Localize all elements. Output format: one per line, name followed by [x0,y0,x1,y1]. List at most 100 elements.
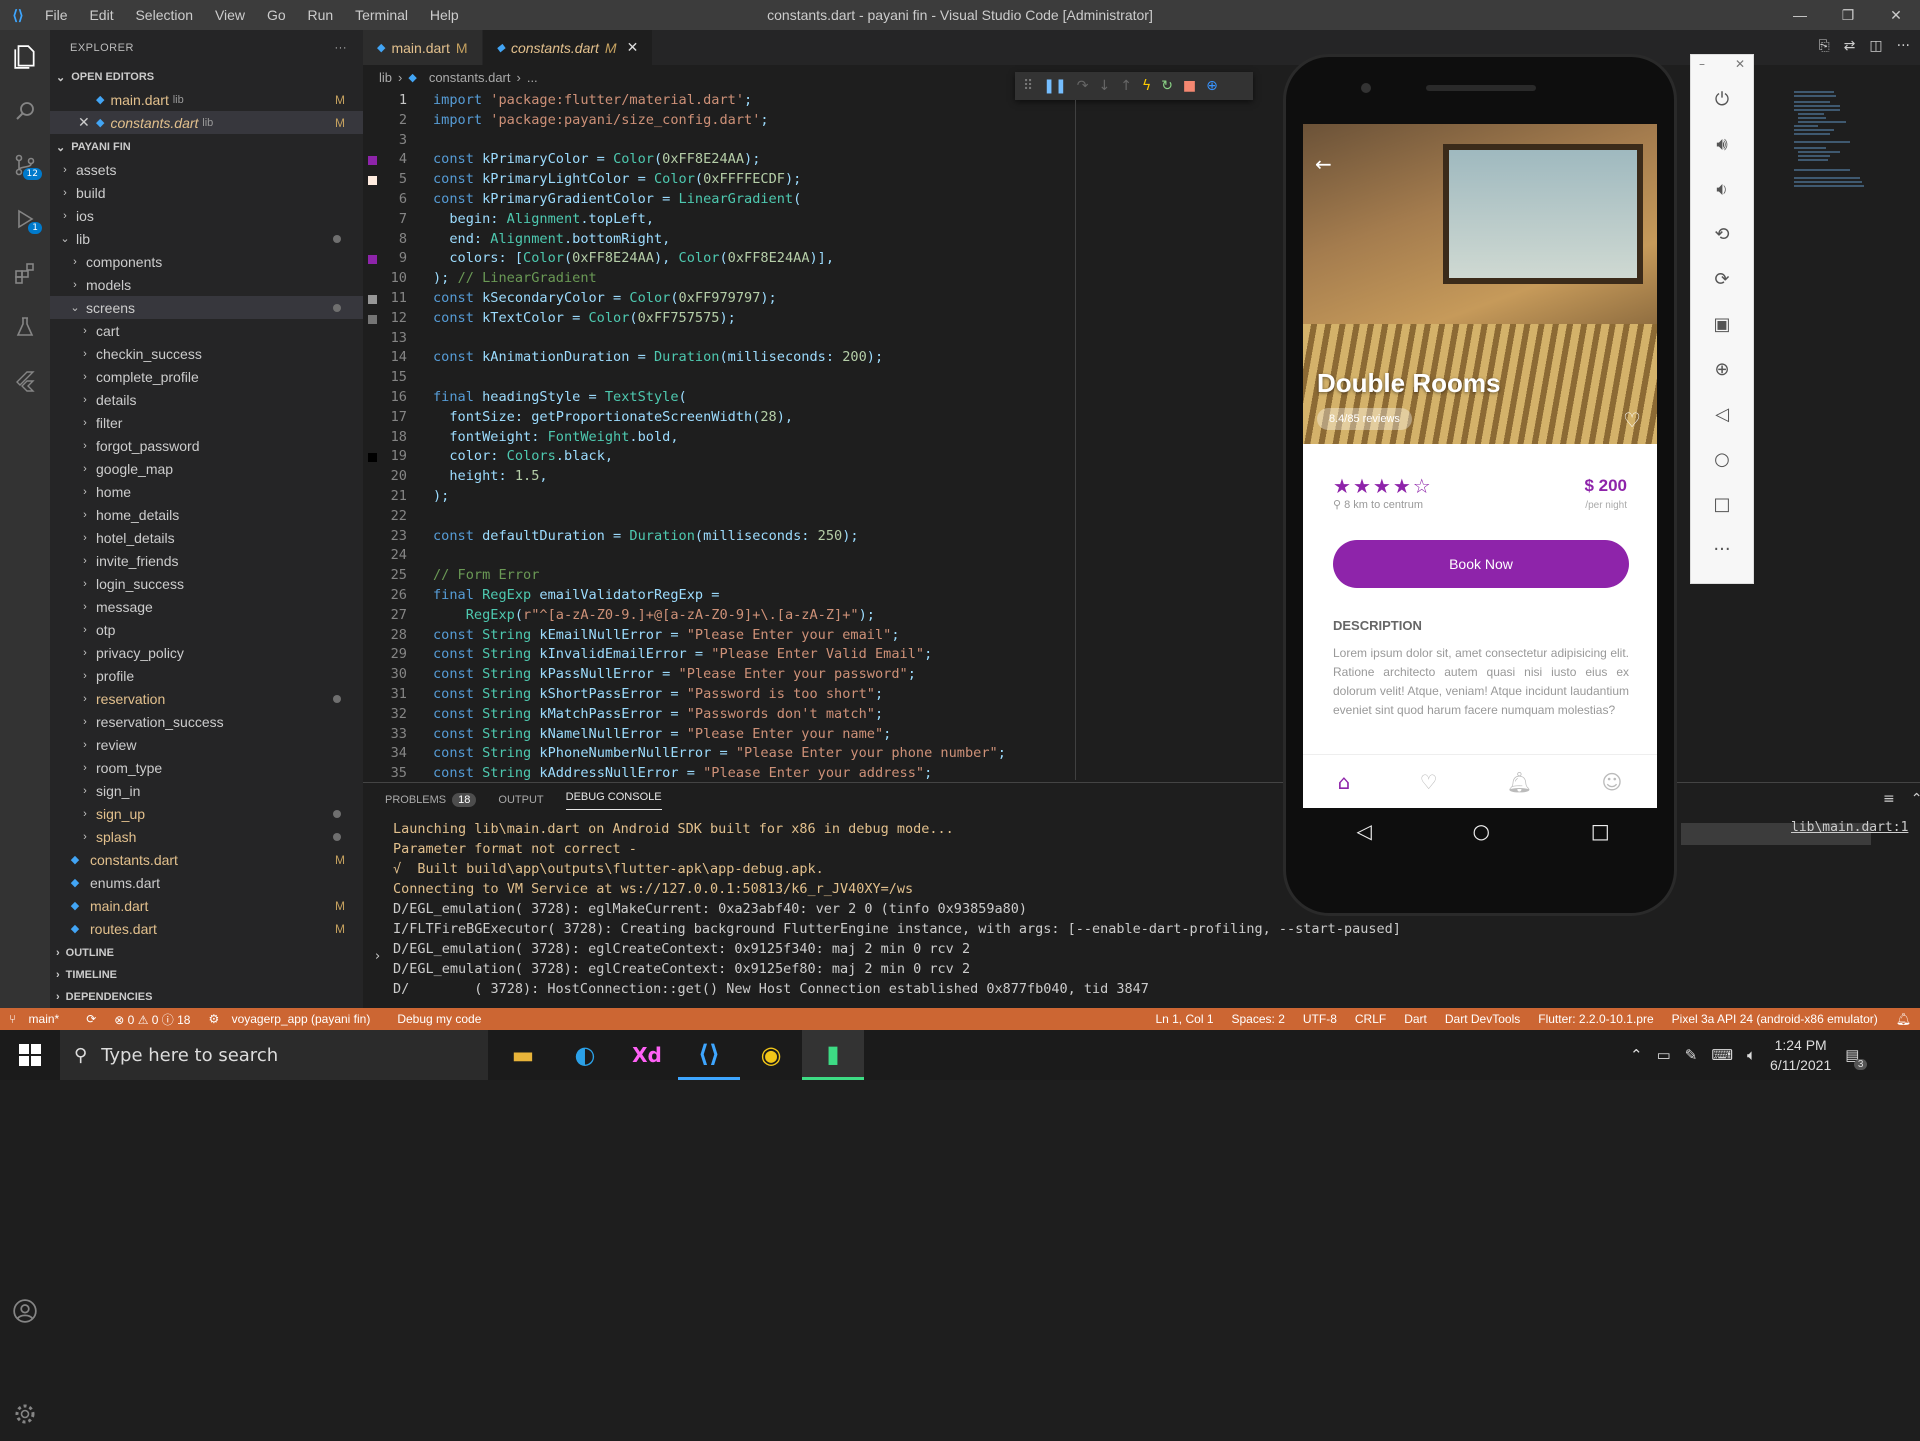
adobe-xd-icon[interactable]: Xd [616,1030,678,1080]
back-arrow-icon[interactable]: ← [1315,152,1332,176]
folder-item[interactable]: › otp [50,618,363,641]
file-item[interactable]: ◆ routes.dart M [50,917,363,940]
testing-icon[interactable] [0,300,50,354]
folder-item[interactable]: › reservation_success [50,710,363,733]
rotate-left-icon[interactable]: ⟲ [1691,212,1753,257]
problems-summary[interactable]: ⊗ 0 ⚠ 0 ⓘ 18 [105,1011,199,1028]
file-item[interactable]: ◆ constants.dart M [50,848,363,871]
git-compare-icon[interactable]: ⇄ [1844,38,1856,54]
minimize-icon[interactable]: – [1699,57,1705,75]
code-line[interactable]: const String kAddressNullError = "Please… [433,765,932,781]
nav-profile-icon[interactable]: ☺ [1601,770,1622,794]
tab-output[interactable]: OUTPUT [498,794,543,806]
minimize-icon[interactable]: — [1776,0,1824,30]
dependencies-section[interactable]: › DEPENDENCIES [50,986,363,1008]
folder-item[interactable]: › components [50,250,363,273]
maximize-panel-icon[interactable]: ⌃ [1911,791,1920,807]
code-line[interactable]: const String kEmailNullError = "Please E… [433,627,900,643]
taskbar-search[interactable]: ⚲ Type here to search [60,1030,488,1080]
folder-item[interactable]: › invite_friends [50,549,363,572]
code-line[interactable]: const String kInvalidEmailError = "Pleas… [433,646,932,662]
dart-devtools[interactable]: Dart DevTools [1436,1012,1529,1026]
folder-item[interactable]: › sign_up [50,802,363,825]
android-back-icon[interactable]: ◁ [1356,819,1371,843]
close-tab-icon[interactable]: ✕ [627,39,639,56]
code-line[interactable]: final headingStyle = TextStyle( [433,389,687,405]
code-line[interactable]: const String kNamelNullError = "Please E… [433,726,891,742]
open-editor-item[interactable]: ✕ ◆ constants.dart lib M [50,111,363,134]
android-recents-icon[interactable]: □ [1591,819,1610,843]
device-selector[interactable]: Pixel 3a API 24 (android-x86 emulator) [1663,1012,1887,1026]
code-line[interactable]: fontSize: getProportionateScreenWidth(28… [433,409,793,425]
home-icon[interactable]: ○ [1691,437,1753,482]
code-editor[interactable]: 1 import 'package:flutter/material.dart';… [363,90,1283,781]
debug-config[interactable]: Debug my code [388,1012,490,1026]
nav-home-icon[interactable]: ⌂ [1338,770,1351,794]
folder-item[interactable]: › google_map [50,457,363,480]
menu-file[interactable]: File [36,7,77,23]
folder-item[interactable]: › reservation [50,687,363,710]
file-explorer-icon[interactable]: ▬ [492,1030,554,1080]
outline-section[interactable]: › OUTLINE [50,942,363,964]
tab-problems[interactable]: PROBLEMS 18 [385,793,477,807]
timeline-section[interactable]: › TIMELINE [50,964,363,986]
tab-main-dart[interactable]: ◆ main.dart M [363,30,483,65]
breadcrumb-item[interactable]: constants.dart [429,70,511,85]
folder-item[interactable]: › details [50,388,363,411]
code-line[interactable]: const String kPassNullError = "Please En… [433,666,916,682]
breadcrumb-item[interactable]: ... [527,70,538,85]
folder-item[interactable]: › complete_profile [50,365,363,388]
code-line[interactable]: const kPrimaryLightColor = Color(0xFFFFE… [433,171,801,187]
code-line[interactable]: RegExp(r"^[a-zA-Z0-9.]+@[a-zA-Z0-9]+\.[a… [433,607,875,623]
debug-target[interactable]: ⚙ voyagerp_app (payani fin) [199,1012,388,1026]
menu-terminal[interactable]: Terminal [346,7,417,23]
overview-icon[interactable]: □ [1691,482,1753,527]
code-line[interactable]: const kPrimaryGradientColor = LinearGrad… [433,191,801,207]
pen-icon[interactable]: ✎ [1685,1046,1698,1064]
folder-item[interactable]: › room_type [50,756,363,779]
color-swatch[interactable] [368,314,377,324]
folder-item[interactable]: › ios [50,204,363,227]
code-line[interactable]: const kSecondaryColor = Color(0xFF979797… [433,290,777,306]
more-actions-icon[interactable]: ··· [1897,38,1910,54]
run-debug-icon[interactable]: 1 [0,192,50,246]
console-prompt-icon[interactable]: › [363,949,403,967]
code-line[interactable]: end: Alignment.bottomRight, [433,231,670,247]
tab-constants-dart[interactable]: ◆ constants.dart M ✕ [482,30,654,65]
open-editors-section[interactable]: ⌄ OPEN EDITORS [50,66,363,88]
clock[interactable]: 1:24 PM 6/11/2021 [1770,1035,1831,1075]
minimap[interactable] [1790,88,1870,198]
windows-start-icon[interactable] [0,1030,60,1080]
close-icon[interactable]: ✕ [1735,57,1745,75]
language-mode[interactable]: Dart [1395,1012,1436,1026]
close-icon[interactable]: ✕ [1872,0,1920,30]
android-studio-icon[interactable]: ▮ [802,1030,864,1080]
search-icon[interactable] [0,84,50,138]
tray-overflow-icon[interactable]: ⌃ [1630,1046,1643,1064]
camera-icon[interactable]: ▣ [1691,302,1753,347]
settings-gear-icon[interactable] [0,1387,50,1441]
code-line[interactable]: const kTextColor = Color(0xFF757575); [433,310,736,326]
chrome-icon[interactable]: ◉ [740,1030,802,1080]
open-changes-icon[interactable]: ⎘ [1818,38,1829,54]
menu-view[interactable]: View [206,7,254,23]
back-icon[interactable]: ◁ [1691,392,1753,437]
folder-item[interactable]: › sign_in [50,779,363,802]
rotate-right-icon[interactable]: ⟳ [1691,257,1753,302]
favorite-heart-icon[interactable]: ♡ [1623,408,1641,432]
code-line[interactable]: import 'package:payani/size_config.dart'… [433,112,769,128]
clear-console-icon[interactable]: ≡ [1883,791,1895,807]
open-editor-item[interactable]: ◆ main.dart lib M [50,88,363,111]
sync-icon[interactable]: ⟳ [77,1012,105,1026]
folder-item[interactable]: ⌄ lib [50,227,363,250]
folder-item[interactable]: › models [50,273,363,296]
color-swatch[interactable] [368,156,377,166]
more-icon[interactable]: ··· [1691,527,1753,572]
notifications-bell-icon[interactable]: 🔔︎ [1887,1012,1920,1026]
volume-up-icon[interactable]: 🔊︎ [1691,122,1753,167]
folder-item[interactable]: › message [50,595,363,618]
code-line[interactable]: const String kMatchPassError = "Password… [433,706,883,722]
restore-icon[interactable]: ❐ [1824,0,1872,30]
project-section[interactable]: ⌄ PAYANI FIN [50,136,363,158]
menu-go[interactable]: Go [258,7,295,23]
